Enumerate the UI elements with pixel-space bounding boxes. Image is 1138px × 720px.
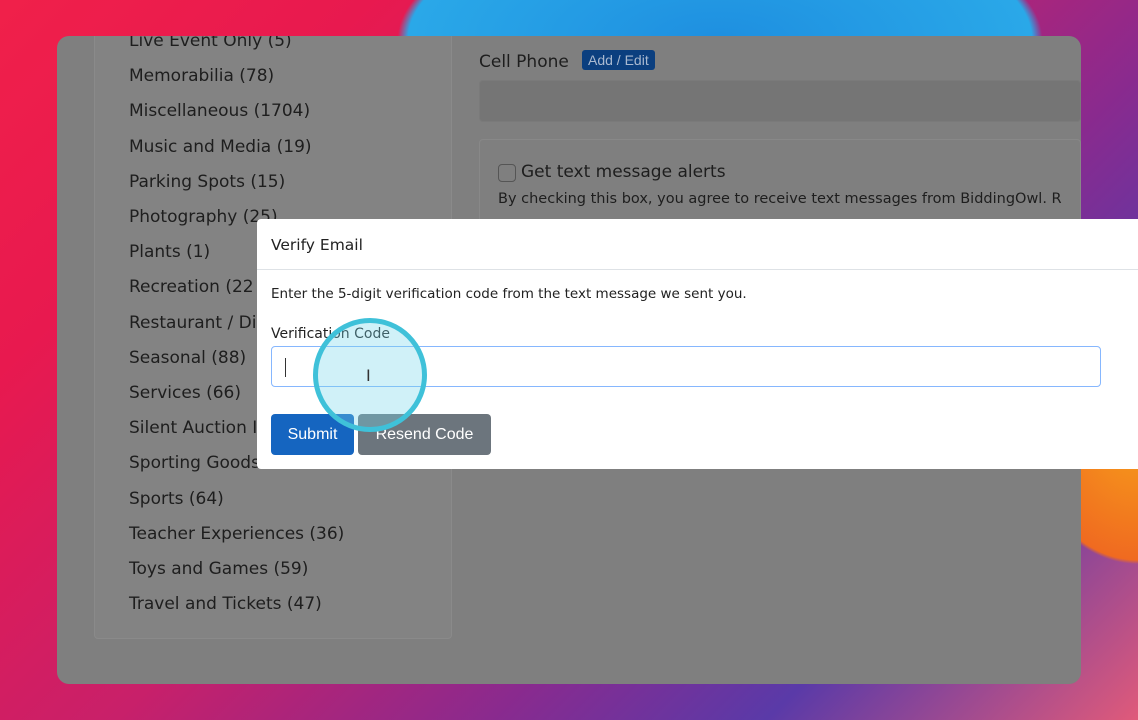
sidebar-category-item[interactable]: Teacher Experiences (36) xyxy=(129,524,344,544)
sidebar-category-item[interactable]: Services (66) xyxy=(129,383,241,403)
sidebar-category-item[interactable]: Live Event Only (5) xyxy=(129,36,292,51)
sidebar-category-item[interactable]: Toys and Games (59) xyxy=(129,559,308,579)
text-alerts-checkbox[interactable] xyxy=(498,164,516,182)
sidebar-category-item[interactable]: Sporting Goods xyxy=(129,453,260,473)
add-edit-button[interactable]: Add / Edit xyxy=(582,50,655,70)
sidebar-category-item[interactable]: Travel and Tickets (47) xyxy=(129,594,322,614)
sidebar-category-item[interactable]: Seasonal (88) xyxy=(129,348,246,368)
sidebar-category-item[interactable]: Silent Auction I xyxy=(129,418,257,438)
modal-title: Verify Email xyxy=(271,236,363,254)
sidebar-category-item[interactable]: Sports (64) xyxy=(129,489,224,509)
text-alerts-label: Get text message alerts xyxy=(521,162,726,182)
cell-phone-field[interactable] xyxy=(479,80,1081,122)
sidebar-category-item[interactable]: Photography (25) xyxy=(129,207,278,227)
modal-divider xyxy=(257,269,1138,270)
sidebar-category-item[interactable]: Recreation (22 xyxy=(129,277,254,297)
sidebar-category-item[interactable]: Restaurant / Di xyxy=(129,313,256,333)
modal-instructions: Enter the 5-digit verification code from… xyxy=(271,286,747,302)
cell-phone-label: Cell Phone xyxy=(479,52,569,72)
sidebar-category-item[interactable]: Memorabilia (78) xyxy=(129,66,274,86)
text-caret xyxy=(285,358,286,377)
sidebar-category-item[interactable]: Miscellaneous (1704) xyxy=(129,101,310,121)
sidebar-category-item[interactable]: Plants (1) xyxy=(129,242,210,262)
text-alerts-description: By checking this box, you agree to recei… xyxy=(498,191,1062,207)
sidebar-category-item[interactable]: Parking Spots (15) xyxy=(129,172,285,192)
sidebar-category-item[interactable]: Music and Media (19) xyxy=(129,137,312,157)
ibeam-cursor-icon: I xyxy=(366,366,371,385)
